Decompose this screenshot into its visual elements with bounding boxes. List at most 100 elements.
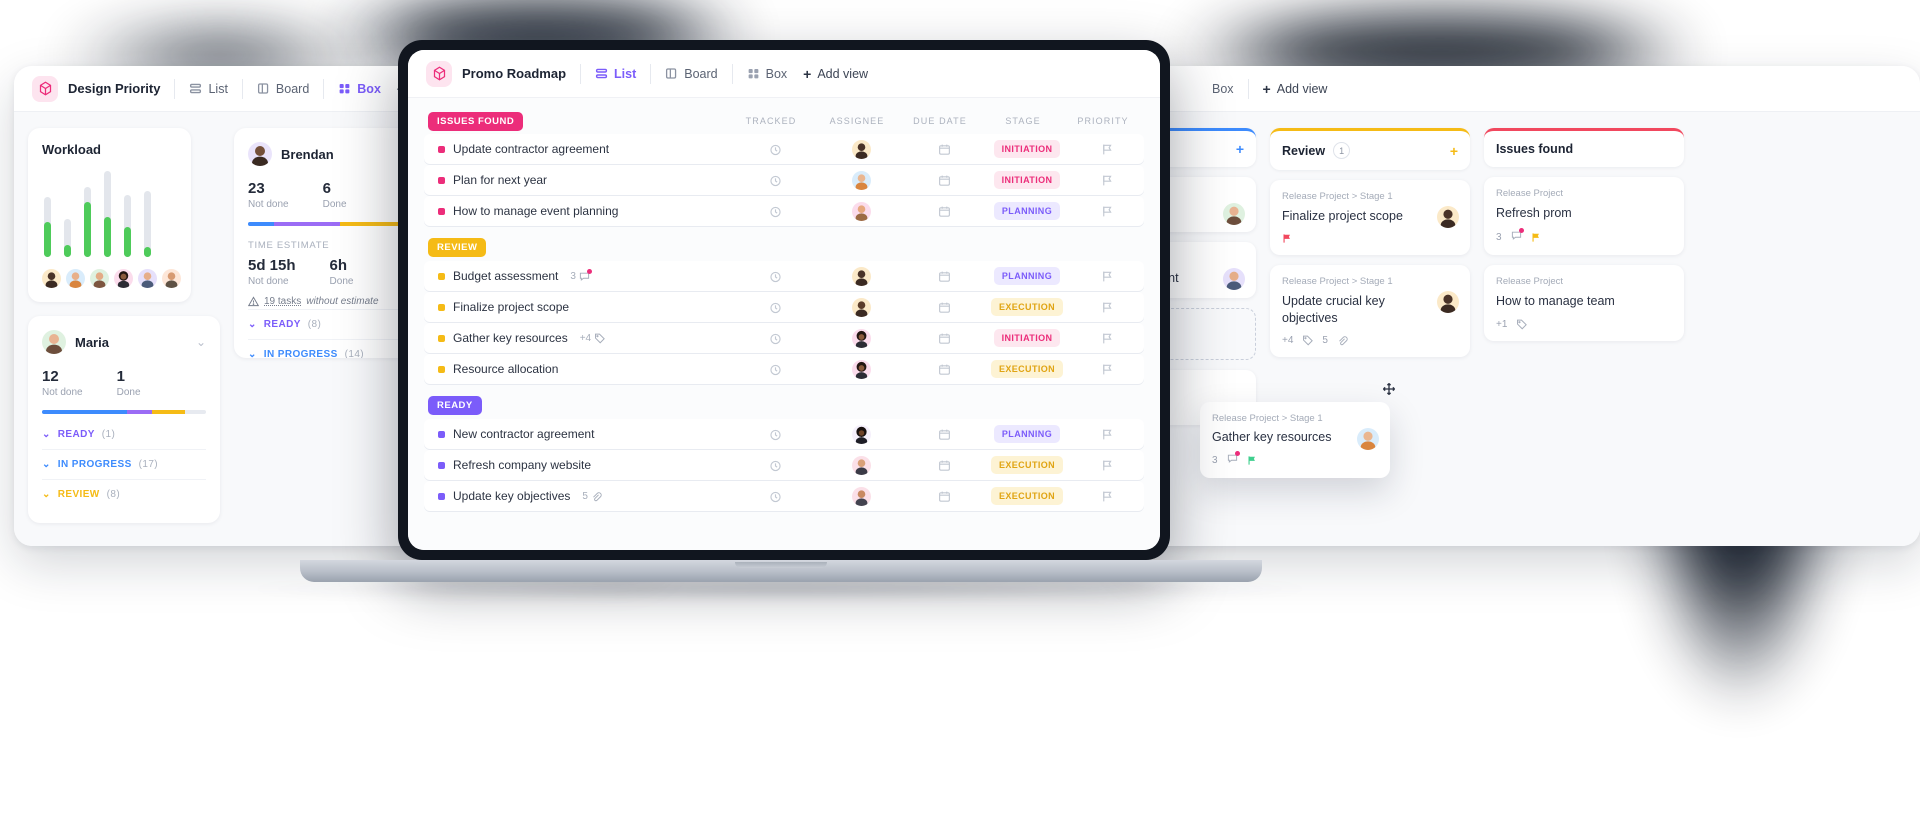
task-name-cell[interactable]: Finalize project scope	[424, 300, 732, 314]
stage-cell[interactable]: PLANNING	[984, 425, 1070, 443]
tracked-cell[interactable]	[732, 490, 818, 503]
due-date-cell[interactable]	[904, 301, 984, 314]
priority-cell[interactable]	[1070, 270, 1144, 283]
tracked-cell[interactable]	[732, 301, 818, 314]
tracked-cell[interactable]	[732, 174, 818, 187]
priority-cell[interactable]	[1070, 143, 1144, 156]
tracked-cell[interactable]	[732, 332, 818, 345]
due-date-cell[interactable]	[904, 270, 984, 283]
assignee-cell[interactable]	[818, 297, 904, 317]
table-row[interactable]: Budget assessment 3 PLANNING	[424, 261, 1144, 291]
tab-board[interactable]: Board	[257, 82, 309, 96]
tab-box[interactable]: Box	[338, 82, 381, 96]
table-row[interactable]: Update key objectives 5 EXECUTION	[424, 481, 1144, 511]
priority-cell[interactable]	[1070, 174, 1144, 187]
chevron-down-icon: ⌄	[42, 489, 51, 500]
tab-list[interactable]: List	[595, 67, 636, 81]
stage-cell[interactable]: INITIATION	[984, 329, 1070, 347]
priority-cell[interactable]	[1070, 363, 1144, 376]
board-icon	[666, 68, 677, 79]
assignee-cell[interactable]	[818, 139, 904, 159]
stage-cell[interactable]: EXECUTION	[984, 360, 1070, 378]
assignee-cell[interactable]	[818, 359, 904, 379]
priority-cell[interactable]	[1070, 205, 1144, 218]
assignee-cell[interactable]	[818, 424, 904, 444]
due-date-cell[interactable]	[904, 459, 984, 472]
due-date-cell[interactable]	[904, 363, 984, 376]
assignee-cell[interactable]	[818, 170, 904, 190]
due-date-cell[interactable]	[904, 428, 984, 441]
assignee-cell[interactable]	[818, 486, 904, 506]
tracked-cell[interactable]	[732, 459, 818, 472]
task-name-cell[interactable]: Update contractor agreement	[424, 142, 732, 156]
board-card[interactable]: Release Project > Stage 1 Update crucial…	[1270, 265, 1470, 357]
chevron-down-icon[interactable]: ⌄	[196, 336, 206, 348]
group-tag[interactable]: ISSUES FOUND	[428, 111, 524, 131]
table-row[interactable]: Refresh company website EXECUTION	[424, 450, 1144, 480]
task-name-cell[interactable]: Update key objectives 5	[424, 489, 732, 503]
priority-cell[interactable]	[1070, 332, 1144, 345]
board-card[interactable]: Release Project > Stage 1 Finalize proje…	[1270, 180, 1470, 256]
task-name-cell[interactable]: Plan for next year	[424, 173, 732, 187]
group-tag[interactable]: REVIEW	[428, 238, 487, 257]
status-row-ready[interactable]: ⌄ READY (1)	[42, 420, 206, 449]
table-row[interactable]: Gather key resources +4 INITIATION	[424, 323, 1144, 353]
tracked-cell[interactable]	[732, 363, 818, 376]
due-date-cell[interactable]	[904, 143, 984, 156]
due-date-cell[interactable]	[904, 205, 984, 218]
status-row-in-progress[interactable]: ⌄ IN PROGRESS (14)	[248, 339, 412, 358]
tab-list[interactable]: List	[189, 82, 228, 96]
task-name-cell[interactable]: Resource allocation	[424, 362, 732, 376]
status-row-in-progress[interactable]: ⌄ IN PROGRESS (17)	[42, 449, 206, 479]
assignee-cell[interactable]	[818, 201, 904, 221]
status-row-review[interactable]: ⌄ REVIEW (8)	[42, 479, 206, 509]
task-name-cell[interactable]: Gather key resources +4	[424, 331, 732, 345]
stage-cell[interactable]: PLANNING	[984, 267, 1070, 285]
board-card[interactable]: Release Project Refresh prom 3	[1484, 177, 1684, 256]
task-name-cell[interactable]: Refresh company website	[424, 458, 732, 472]
table-row[interactable]: Plan for next year INITIATION	[424, 165, 1144, 195]
priority-cell[interactable]	[1070, 428, 1144, 441]
table-row[interactable]: Resource allocation EXECUTION	[424, 354, 1144, 384]
warning-count[interactable]: 19 tasks	[264, 296, 301, 307]
chevron-down-icon: ⌄	[248, 319, 257, 330]
table-row[interactable]: Finalize project scope EXECUTION	[424, 292, 1144, 322]
assignee-cell[interactable]	[818, 328, 904, 348]
task-name-cell[interactable]: How to manage event planning	[424, 204, 732, 218]
assignee-cell[interactable]	[818, 266, 904, 286]
assignee-cell[interactable]	[818, 455, 904, 475]
stage-cell[interactable]: EXECUTION	[984, 298, 1070, 316]
due-date-cell[interactable]	[904, 490, 984, 503]
avatar	[851, 201, 871, 221]
tab-board[interactable]: Board	[665, 67, 718, 81]
priority-cell[interactable]	[1070, 301, 1144, 314]
stage-cell[interactable]: INITIATION	[984, 171, 1070, 189]
board-card[interactable]: Release Project How to manage team +1	[1484, 265, 1684, 341]
task-name-cell[interactable]: New contractor agreement	[424, 427, 732, 441]
stage-cell[interactable]: PLANNING	[984, 202, 1070, 220]
add-card-button[interactable]: +	[1450, 144, 1458, 158]
due-date-cell[interactable]	[904, 174, 984, 187]
task-name-cell[interactable]: Budget assessment 3	[424, 268, 732, 283]
stage-cell[interactable]: INITIATION	[984, 140, 1070, 158]
priority-cell[interactable]	[1070, 459, 1144, 472]
tracked-cell[interactable]	[732, 143, 818, 156]
group-tag[interactable]: READY	[428, 396, 482, 415]
due-date-cell[interactable]	[904, 332, 984, 345]
tab-box-right[interactable]: Box	[1212, 82, 1234, 96]
add-view-button-right[interactable]: + Add view	[1263, 82, 1328, 96]
stage-cell[interactable]: EXECUTION	[984, 487, 1070, 505]
stage-cell[interactable]: EXECUTION	[984, 456, 1070, 474]
dragged-card[interactable]: Release Project > Stage 1 Gather key res…	[1200, 402, 1390, 478]
tab-box[interactable]: Box	[747, 67, 787, 81]
add-view-button[interactable]: + Add view	[803, 67, 868, 81]
tracked-cell[interactable]	[732, 428, 818, 441]
tracked-cell[interactable]	[732, 270, 818, 283]
status-row-ready[interactable]: ⌄ READY (8)	[248, 309, 412, 339]
tracked-cell[interactable]	[732, 205, 818, 218]
table-row[interactable]: New contractor agreement PLANNING	[424, 419, 1144, 449]
table-row[interactable]: Update contractor agreement INITIATION	[424, 134, 1144, 164]
priority-cell[interactable]	[1070, 490, 1144, 503]
table-row[interactable]: How to manage event planning PLANNING	[424, 196, 1144, 226]
add-card-button[interactable]: +	[1236, 142, 1244, 156]
